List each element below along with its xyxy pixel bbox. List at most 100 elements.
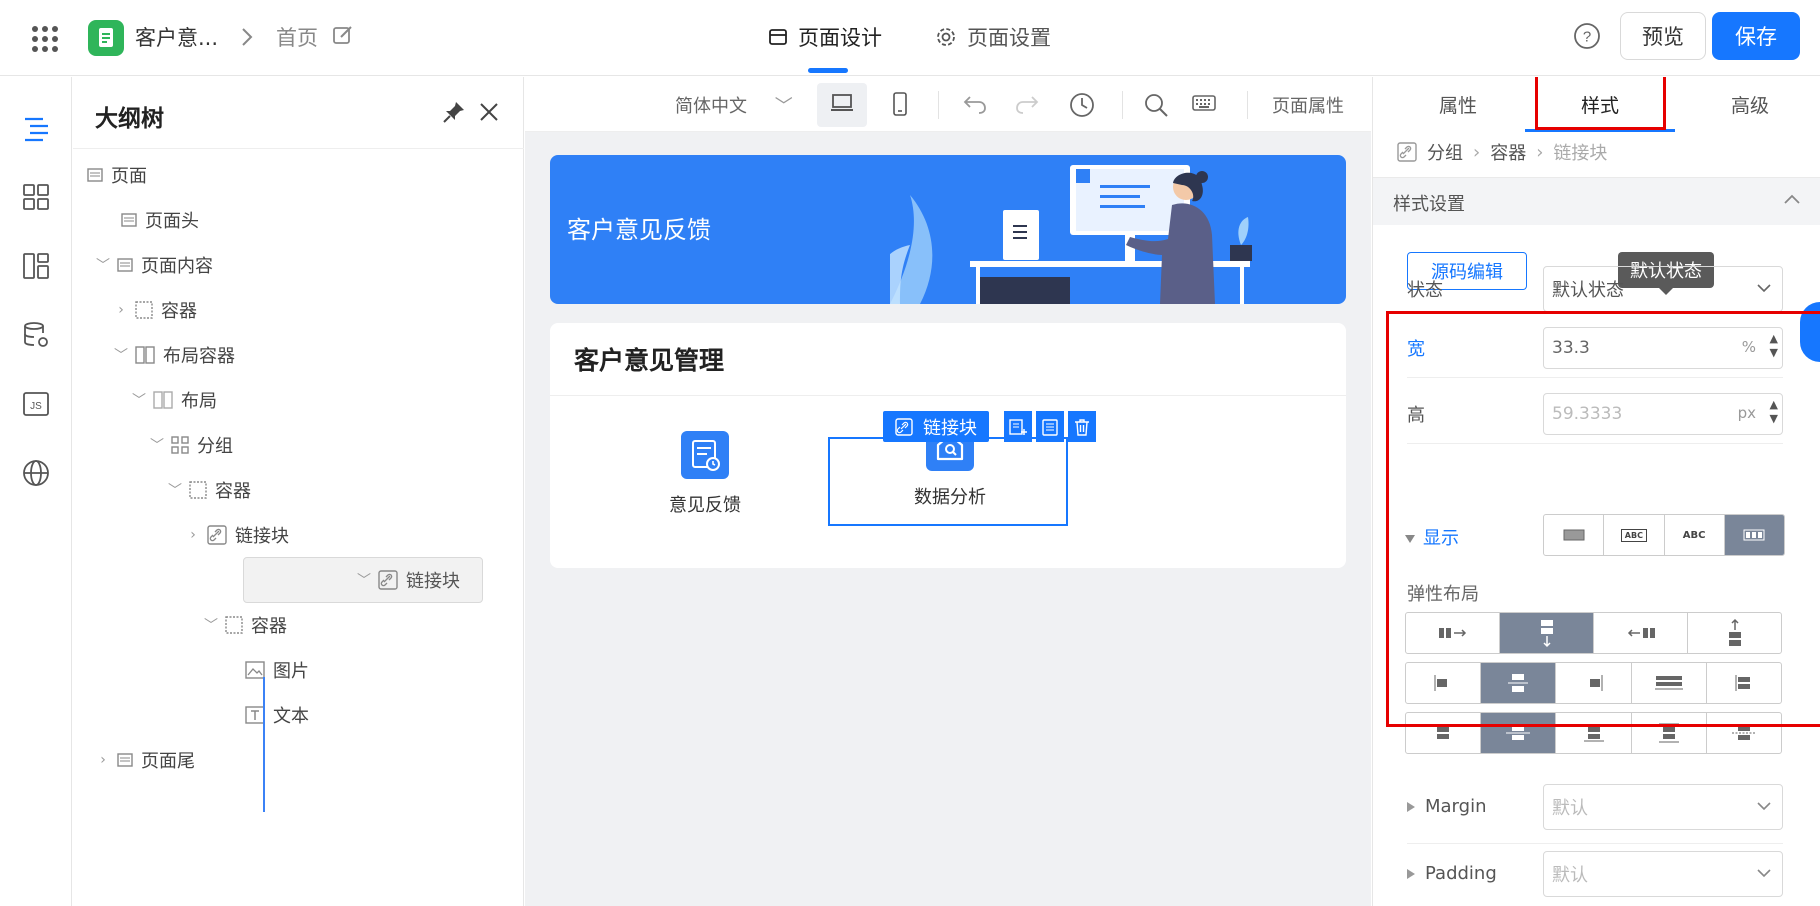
pin-icon[interactable] bbox=[441, 99, 467, 125]
data-source-icon[interactable] bbox=[21, 320, 51, 350]
tree-item-link-block[interactable]: › 链接块 bbox=[73, 512, 524, 557]
chevron-down-icon[interactable]: ﹀ bbox=[167, 480, 183, 500]
redo-icon[interactable] bbox=[1014, 92, 1040, 116]
close-icon[interactable] bbox=[478, 101, 500, 123]
toolbar-divider bbox=[1122, 91, 1123, 119]
globe-icon[interactable] bbox=[21, 458, 51, 488]
state-select[interactable]: 默认状态 bbox=[1543, 266, 1783, 312]
chevron-down-icon bbox=[1756, 281, 1772, 295]
link-icon bbox=[1397, 142, 1417, 162]
tab-advanced[interactable]: 高级 bbox=[1731, 91, 1769, 118]
tree-item-label: 链接块 bbox=[406, 571, 460, 592]
tree-item-label: 页面 bbox=[111, 165, 147, 187]
link-block-feedback[interactable]: 意见反馈 bbox=[660, 431, 750, 517]
card-title: 客户意见管理 bbox=[574, 346, 725, 375]
style-settings-header[interactable]: 样式设置 bbox=[1373, 177, 1820, 225]
toolbar-divider bbox=[1247, 91, 1248, 119]
chevron-right-icon[interactable]: › bbox=[113, 302, 129, 318]
tree-item-container[interactable]: ﹀ 容器 bbox=[73, 467, 524, 512]
tree-item-page-header[interactable]: 页面头 bbox=[73, 197, 524, 242]
js-icon[interactable]: JS bbox=[21, 389, 51, 419]
app-grid-icon[interactable] bbox=[30, 24, 60, 54]
add-sibling-icon[interactable] bbox=[1004, 411, 1032, 442]
breadcrumb-chevron-icon bbox=[240, 26, 254, 48]
padding-label: Padding bbox=[1425, 863, 1497, 884]
edit-icon[interactable] bbox=[332, 24, 354, 46]
top-bar: 客户意... 首页 页面设计 页面设置 ? 预览 保存 bbox=[0, 0, 1820, 76]
margin-select[interactable]: 默认 bbox=[1543, 784, 1783, 830]
mobile-device-icon[interactable] bbox=[890, 92, 910, 116]
tree-item-container[interactable]: ﹀ 容器 bbox=[73, 602, 524, 647]
keyboard-icon[interactable] bbox=[1191, 92, 1217, 114]
link-block-analytics-label: 数据分析 bbox=[914, 487, 986, 508]
tree-item-link-block-selected[interactable]: ﹀ 链接块 bbox=[243, 557, 483, 603]
outline-tree-icon[interactable] bbox=[21, 113, 51, 143]
breadcrumb-group[interactable]: 分组 bbox=[1427, 139, 1463, 165]
page-footer-icon bbox=[117, 752, 133, 768]
chevron-right-icon[interactable]: › bbox=[95, 752, 111, 768]
tree-item-page-footer[interactable]: › 页面尾 bbox=[73, 737, 524, 782]
tree-item-page[interactable]: 页面 bbox=[73, 152, 524, 197]
tab-page-design[interactable]: 页面设计 bbox=[768, 22, 882, 52]
breadcrumb-container[interactable]: 容器 bbox=[1490, 139, 1526, 165]
copy-icon[interactable] bbox=[1036, 411, 1064, 442]
help-icon[interactable]: ? bbox=[1573, 22, 1601, 50]
tree-item-group[interactable]: ﹀ 分组 bbox=[73, 422, 524, 467]
tree-item-label: 链接块 bbox=[235, 525, 289, 547]
page-properties-button[interactable]: 页面属性 bbox=[1272, 92, 1344, 118]
selection-guide-line bbox=[263, 677, 265, 812]
save-button[interactable]: 保存 bbox=[1712, 12, 1800, 60]
tree-item-label: 页面头 bbox=[145, 210, 199, 232]
tree-item-label: 布局 bbox=[181, 390, 217, 412]
tree-item-label: 布局容器 bbox=[163, 345, 235, 367]
tree-item-label: 容器 bbox=[251, 615, 287, 637]
components-icon[interactable] bbox=[21, 182, 51, 212]
breadcrumb-home[interactable]: 首页 bbox=[276, 22, 318, 52]
language-select[interactable]: 简体中文 ﹀ bbox=[675, 92, 793, 118]
search-icon[interactable] bbox=[1143, 92, 1169, 118]
chevron-down-icon[interactable]: ﹀ bbox=[203, 615, 219, 635]
outline-panel: 大纲树 页面 页面头 ﹀ 页面内容 › 容器 ﹀ 布局容器 ﹀ 布局 ﹀ 分组 bbox=[73, 77, 524, 906]
svg-text:?: ? bbox=[1583, 29, 1591, 46]
chevron-down-icon[interactable]: ﹀ bbox=[113, 345, 129, 365]
caret-right-icon bbox=[1407, 869, 1415, 879]
history-icon[interactable] bbox=[1069, 92, 1095, 118]
active-tab-indicator bbox=[808, 68, 848, 73]
chevron-down-icon[interactable]: ﹀ bbox=[131, 390, 147, 410]
tree-item-layout-container[interactable]: ﹀ 布局容器 bbox=[73, 332, 524, 377]
templates-icon[interactable] bbox=[21, 251, 51, 281]
chevron-down-icon[interactable]: ﹀ bbox=[95, 255, 111, 275]
group-icon bbox=[171, 435, 189, 454]
tab-page-settings-label: 页面设置 bbox=[967, 26, 1051, 50]
chevron-down-icon[interactable]: ﹀ bbox=[149, 435, 165, 455]
delete-icon[interactable] bbox=[1068, 411, 1096, 442]
tree-item-layout[interactable]: ﹀ 布局 bbox=[73, 377, 524, 422]
app-name[interactable]: 客户意... bbox=[135, 22, 218, 52]
banner-illustration bbox=[890, 165, 1252, 304]
tree-item-text[interactable]: 文本 bbox=[73, 692, 524, 737]
tree-item-page-content[interactable]: ﹀ 页面内容 bbox=[73, 242, 524, 287]
link-icon bbox=[895, 417, 913, 436]
selected-component-tag[interactable]: 链接块 bbox=[883, 411, 989, 442]
tree-item-image[interactable]: 图片 bbox=[73, 647, 524, 692]
chevron-up-icon bbox=[1783, 192, 1801, 206]
margin-label: Margin bbox=[1425, 796, 1487, 817]
chevron-down-icon[interactable]: ﹀ bbox=[356, 570, 372, 590]
language-label: 简体中文 bbox=[675, 96, 747, 117]
selected-component-label: 链接块 bbox=[923, 417, 977, 439]
tab-properties[interactable]: 属性 bbox=[1439, 91, 1477, 118]
margin-toggle[interactable]: Margin bbox=[1407, 796, 1486, 817]
caret-right-icon bbox=[1407, 802, 1415, 812]
card-divider bbox=[550, 395, 1346, 396]
padding-select[interactable]: 默认 bbox=[1543, 851, 1783, 897]
chevron-right-icon[interactable]: › bbox=[185, 527, 201, 543]
tree-item-label: 文本 bbox=[273, 705, 309, 727]
undo-icon[interactable] bbox=[962, 92, 988, 116]
tree-item-container[interactable]: › 容器 bbox=[73, 287, 524, 332]
preview-button[interactable]: 预览 bbox=[1620, 12, 1706, 60]
state-value: 默认状态 bbox=[1552, 280, 1624, 301]
tab-page-settings[interactable]: 页面设置 bbox=[935, 22, 1051, 52]
app-logo-icon bbox=[88, 20, 124, 56]
padding-toggle[interactable]: Padding bbox=[1407, 863, 1497, 884]
banner-image[interactable]: 客户意见反馈 bbox=[550, 155, 1346, 304]
